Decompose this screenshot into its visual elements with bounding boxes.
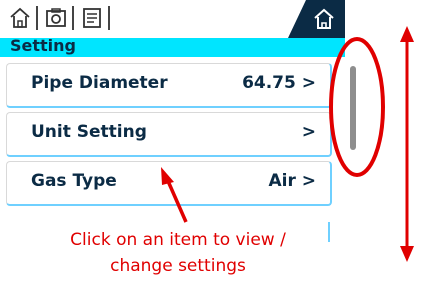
menu-item-label: Gas Type — [31, 171, 117, 191]
document-icon[interactable] — [80, 6, 104, 30]
list-next-item-edge — [328, 222, 330, 242]
home-button[interactable] — [288, 0, 345, 38]
scrollbar-thumb[interactable] — [350, 66, 356, 150]
top-bar-separator — [36, 6, 38, 30]
menu-item-pipe-diameter[interactable]: Pipe Diameter 64.75 > — [6, 63, 332, 108]
annotation-caption-line1: Click on an item to view / — [70, 230, 286, 250]
page-title: Setting — [10, 36, 76, 55]
annotation-caption-line2: change settings — [110, 256, 246, 276]
home-outline-icon[interactable] — [8, 6, 32, 30]
menu-item-unit-setting[interactable]: Unit Setting > — [6, 112, 332, 157]
home-icon — [314, 8, 334, 29]
menu-item-gas-type[interactable]: Gas Type Air > — [6, 161, 332, 206]
arrow-up-icon — [400, 26, 414, 42]
top-bar-separator — [72, 6, 74, 30]
menu-item-value: Air > — [268, 171, 316, 191]
menu-item-label: Pipe Diameter — [31, 73, 168, 93]
menu-item-value: > — [301, 122, 316, 142]
menu-item-label: Unit Setting — [31, 122, 147, 142]
top-bar — [0, 0, 345, 38]
scroll-track — [338, 58, 341, 228]
arrow-down-icon — [400, 246, 414, 262]
camera-icon[interactable] — [44, 6, 68, 30]
top-bar-separator — [108, 6, 110, 30]
menu-item-value: 64.75 > — [242, 73, 316, 93]
